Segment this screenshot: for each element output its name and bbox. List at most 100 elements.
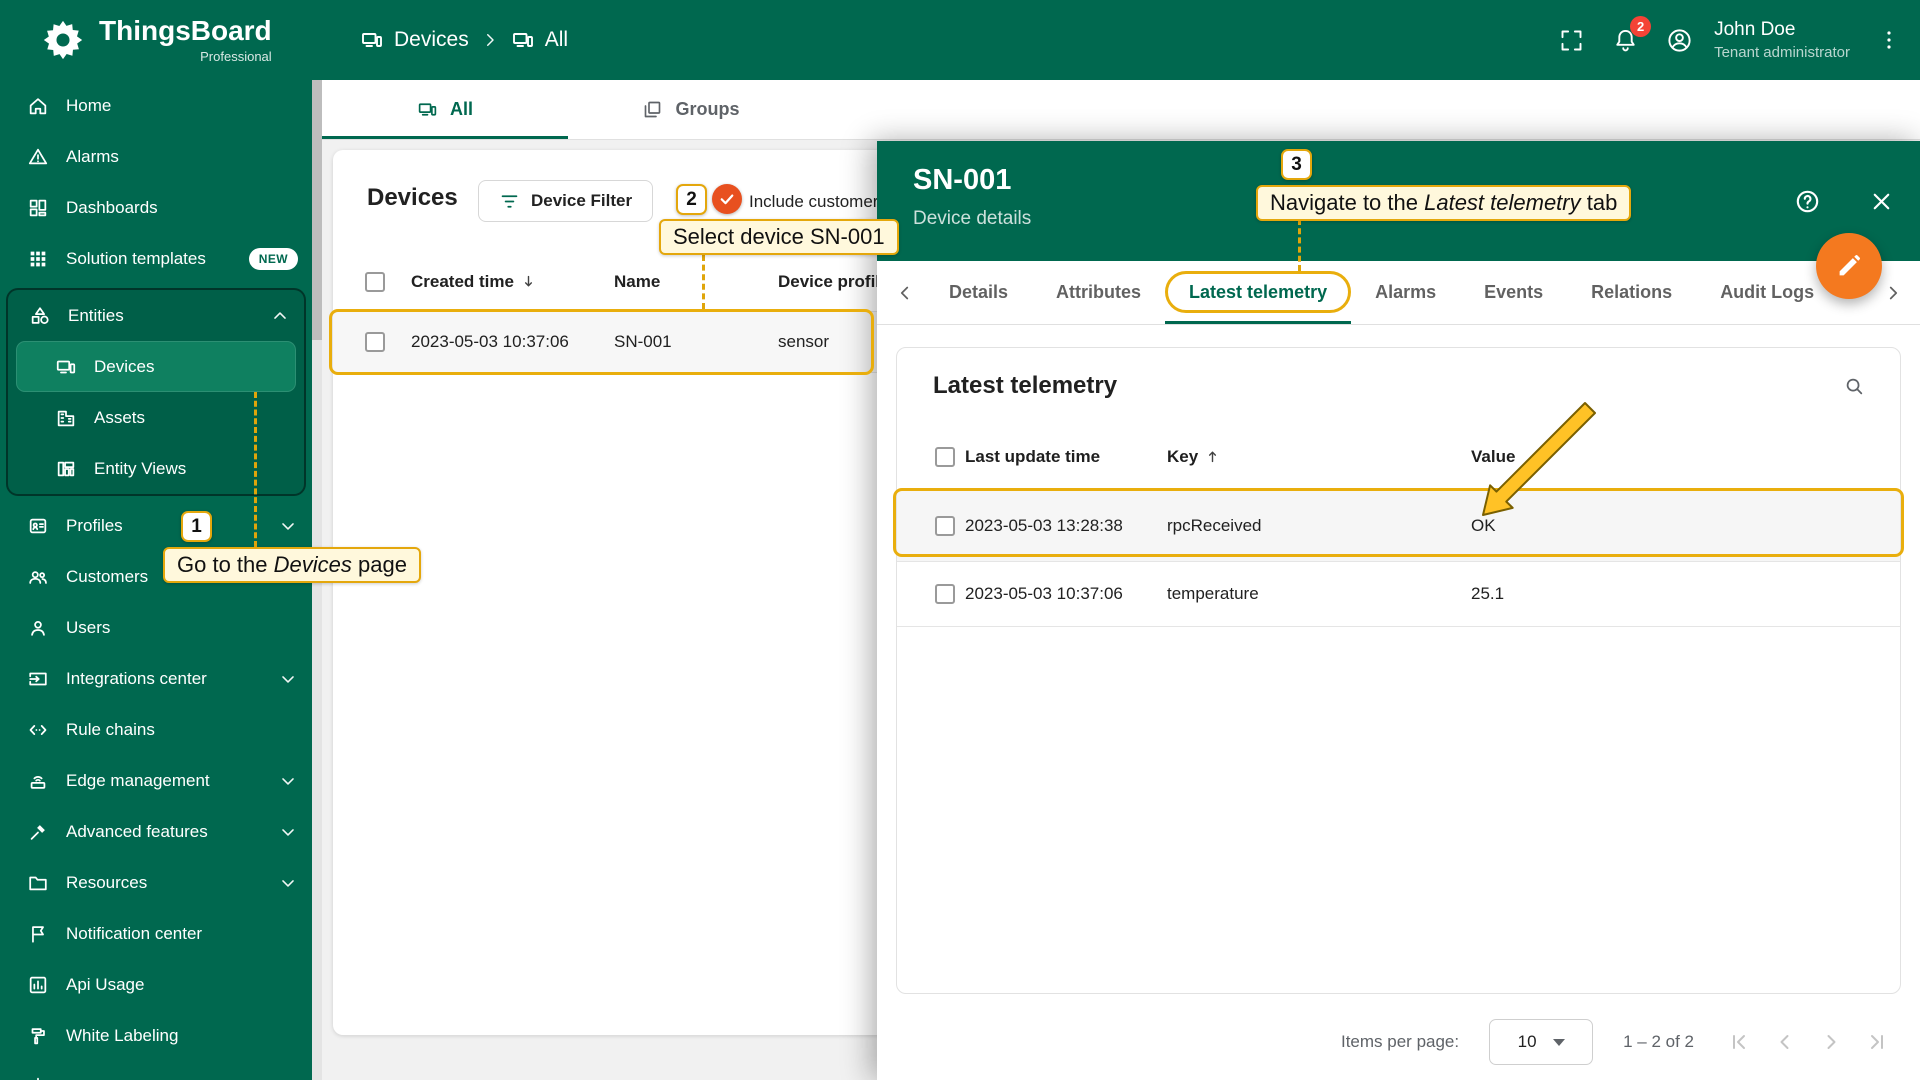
annotation-arrow — [1482, 402, 1596, 516]
select-all-checkbox[interactable] — [935, 446, 955, 467]
close-button[interactable] — [1859, 179, 1903, 223]
row-checkbox[interactable] — [935, 516, 955, 536]
sidebar-item-label: Solution templates — [66, 248, 206, 268]
tab-all[interactable]: All — [322, 80, 568, 139]
sidebar-item-assets[interactable]: Assets — [8, 392, 304, 443]
brand-logo[interactable]: ThingsBoard Professional — [0, 14, 312, 64]
notifications-button[interactable]: 2 — [1602, 16, 1652, 63]
sidebar-item-label: Entities — [68, 305, 124, 325]
row-checkbox[interactable] — [935, 584, 955, 604]
tab-alarms[interactable]: Alarms — [1351, 261, 1460, 324]
items-per-page-select[interactable]: 10 — [1489, 1019, 1594, 1065]
user-role: Tenant administrator — [1714, 44, 1850, 61]
sidebar-item-api-usage[interactable]: Api Usage — [0, 959, 312, 1010]
breadcrumb-all[interactable]: All — [511, 28, 568, 52]
integrations-icon — [29, 672, 47, 685]
column-last-update-time[interactable]: Last update time — [965, 447, 1167, 467]
sidebar-scrollbar-thumb[interactable] — [312, 80, 322, 340]
settings-icon — [31, 1077, 45, 1080]
kebab-menu-icon — [1887, 31, 1891, 49]
sidebar-item-entity-views[interactable]: Entity Views — [8, 443, 304, 494]
cell-key: rpcReceived — [1167, 516, 1262, 535]
telemetry-card-title: Latest telemetry — [933, 371, 1118, 399]
tab-groups[interactable]: Groups — [568, 80, 814, 139]
devices-icon — [512, 33, 533, 47]
tab-attributes[interactable]: Attributes — [1032, 261, 1165, 324]
sidebar-item-entities[interactable]: Entities — [8, 290, 304, 341]
cell-value: 25.1 — [1471, 584, 1505, 603]
entity-tabs: All Groups — [322, 80, 1920, 140]
entities-icon — [31, 306, 49, 324]
sidebar-item-advanced-features[interactable]: Advanced features — [0, 806, 312, 857]
tab-label: All — [449, 99, 473, 119]
tab-latest-telemetry[interactable]: Latest telemetry — [1165, 261, 1351, 324]
annotation-connector-2 — [702, 255, 705, 309]
sidebar-item-edge-management[interactable]: Edge management — [0, 755, 312, 806]
sidebar-item-devices[interactable]: Devices — [16, 341, 296, 392]
select-all-checkbox[interactable] — [365, 271, 385, 292]
sidebar-item-notification-center[interactable]: Notification center — [0, 908, 312, 959]
new-badge: NEW — [248, 247, 298, 270]
annotation-connector-1 — [254, 392, 257, 547]
breadcrumb-devices[interactable]: Devices — [360, 28, 469, 52]
column-key[interactable]: Key — [1167, 447, 1198, 467]
sidebar-item-solution-templates[interactable]: Solution templates NEW — [0, 233, 312, 284]
tab-relations[interactable]: Relations — [1567, 261, 1696, 324]
sidebar-item-settings[interactable]: Settings — [0, 1061, 312, 1080]
last-page-button[interactable] — [1862, 1027, 1892, 1057]
row-checkbox[interactable] — [365, 332, 385, 352]
user-avatar[interactable] — [1656, 17, 1702, 63]
sidebar-item-integrations-center[interactable]: Integrations center — [0, 653, 312, 704]
breadcrumb-separator-icon — [481, 31, 499, 49]
sidebar-item-resources[interactable]: Resources — [0, 857, 312, 908]
latest-telemetry-card: Latest telemetry Last update time Key Va… — [896, 347, 1901, 994]
sidebar-item-users[interactable]: Users — [0, 602, 312, 653]
help-button[interactable] — [1785, 179, 1829, 223]
tab-details[interactable]: Details — [925, 261, 1032, 324]
sidebar-item-label: Dashboards — [66, 197, 158, 217]
rule-chains-icon — [29, 724, 47, 735]
step-1-badge: 1 — [181, 511, 212, 542]
sort-ascending-icon — [1209, 451, 1217, 463]
telemetry-card-header: Latest telemetry — [897, 348, 1900, 423]
brand-edition: Professional — [200, 48, 272, 64]
search-button[interactable] — [1832, 364, 1876, 408]
tabs-scroll-left-button[interactable] — [885, 261, 925, 324]
telemetry-row-rpcReceived[interactable]: 2023-05-03 13:28:38 rpcReceived OK — [897, 491, 1900, 562]
chevron-right-icon — [1889, 286, 1898, 299]
tab-events[interactable]: Events — [1460, 261, 1567, 324]
step-2-check-icon — [712, 184, 742, 214]
resources-icon — [29, 876, 47, 890]
header-menu-button[interactable] — [1866, 17, 1912, 63]
sidebar-item-label: Resources — [66, 872, 148, 892]
sidebar-item-label: Assets — [94, 407, 146, 427]
brand-name: ThingsBoard — [99, 14, 272, 46]
column-created-time[interactable]: Created time — [411, 272, 514, 292]
chevron-up-icon — [270, 306, 290, 326]
next-page-button[interactable] — [1816, 1027, 1846, 1057]
thingsboard-app: ThingsBoard Professional Devices All 2 J… — [0, 0, 1920, 1080]
sidebar-item-dashboards[interactable]: Dashboards — [0, 182, 312, 233]
first-page-button[interactable] — [1724, 1027, 1754, 1057]
column-name[interactable]: Name — [614, 272, 778, 292]
sidebar-item-white-labeling[interactable]: White Labeling — [0, 1010, 312, 1061]
previous-page-button[interactable] — [1770, 1027, 1800, 1057]
fullscreen-icon — [1561, 30, 1582, 50]
breadcrumb: Devices All — [360, 28, 568, 52]
telemetry-row-temperature[interactable]: 2023-05-03 10:37:06 temperature 25.1 — [897, 562, 1900, 627]
sidebar-item-label: Profiles — [66, 515, 123, 535]
sidebar-item-alarms[interactable]: Alarms — [0, 131, 312, 182]
sidebar-item-rule-chains[interactable]: Rule chains — [0, 704, 312, 755]
sidebar-item-profiles[interactable]: Profiles — [0, 500, 312, 551]
filter-icon — [501, 194, 518, 208]
sidebar-item-home[interactable]: Home — [0, 80, 312, 131]
device-filter-button[interactable]: Device Filter — [478, 180, 654, 222]
device-filter-label: Device Filter — [531, 191, 633, 210]
edit-fab-button[interactable] — [1816, 233, 1882, 299]
sidebar-item-label: Alarms — [66, 146, 119, 166]
solution-templates-icon — [30, 251, 46, 266]
notification-center-icon — [32, 925, 44, 943]
paginator: Items per page: 10 1 – 2 of 2 — [1341, 1016, 1892, 1068]
cell-time: 2023-05-03 10:37:06 — [965, 584, 1123, 603]
fullscreen-button[interactable] — [1548, 17, 1594, 63]
